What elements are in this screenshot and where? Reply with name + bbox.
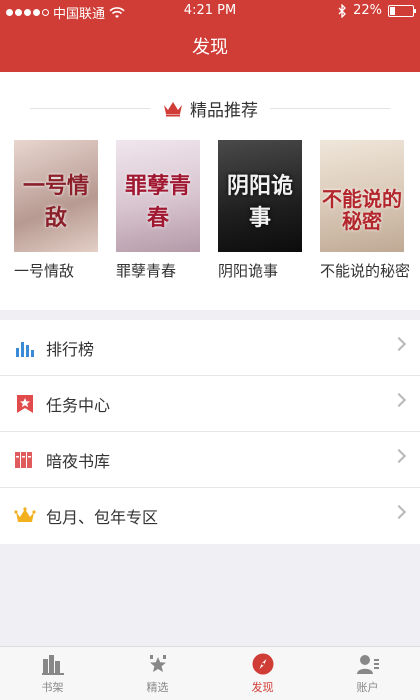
section-header: 精品推荐 (0, 96, 420, 121)
divider-left (30, 108, 150, 109)
chevron-right-icon (391, 504, 407, 520)
chevron-right-icon (391, 448, 407, 464)
tab-label: 书架 (41, 681, 64, 694)
book-item[interactable]: 罪孽青春 罪孽青春 (116, 140, 204, 282)
menu-item-library[interactable]: 暗夜书库 (0, 432, 420, 488)
menu-item-subscription[interactable]: 包月、包年专区 (0, 488, 420, 544)
book-cover[interactable]: 罪孽青春 (116, 140, 200, 252)
book-item[interactable]: 阴阳诡事 阴阳诡事 (218, 140, 306, 282)
tab-label: 账户 (356, 681, 379, 694)
cover-title: 一号情敌 (22, 173, 89, 231)
menu-label: 排行榜 (46, 339, 95, 359)
book-cover[interactable]: 阴阳诡事 (218, 140, 302, 252)
battery-fill (390, 6, 395, 15)
book-title[interactable]: 阴阳诡事 (218, 260, 306, 282)
bluetooth-icon (338, 3, 347, 18)
compass-icon (251, 652, 275, 676)
chevron-right-icon (391, 392, 407, 408)
book-title[interactable]: 罪孽青春 (116, 260, 204, 282)
book-cover[interactable]: 一号情敌 (14, 140, 98, 252)
page-title: 发现 (0, 24, 420, 72)
tab-account[interactable]: 账户 (315, 647, 420, 700)
battery-icon (388, 4, 416, 17)
book-cover[interactable]: 不能说的秘密 (320, 140, 404, 252)
bookshelf-icon (41, 652, 65, 676)
chevron-right-icon (391, 336, 407, 352)
tab-bookshelf[interactable]: 书架 (0, 647, 105, 700)
menu-label: 任务中心 (46, 395, 111, 415)
book-list: 一号情敌 一号情敌 罪孽青春 罪孽青春 阴阳诡事 阴阳诡事 不能说的秘密 不能说… (14, 140, 414, 300)
section-title: 精品推荐 (190, 100, 258, 121)
recommend-section: 精品推荐 一号情敌 一号情敌 罪孽青春 罪孽青春 阴阳诡事 阴阳诡事 不能说的秘… (0, 72, 420, 310)
discover-menu: 排行榜 任务中心 暗夜书库 包月、包年专区 (0, 320, 420, 544)
menu-item-tasks[interactable]: 任务中心 (0, 376, 420, 432)
bookmark-star-icon (14, 393, 36, 415)
star-badge-icon (146, 652, 170, 676)
book-title[interactable]: 不能说的秘密 (320, 260, 412, 282)
cover-title: 不能说的秘密 (322, 187, 402, 233)
book-item[interactable]: 不能说的秘密 不能说的秘密 (320, 140, 410, 282)
battery-percent: 22% (353, 3, 382, 18)
crown-icon (14, 505, 36, 527)
status-bar: 中国联通 4:21 PM 22% (0, 0, 420, 24)
divider-right (270, 108, 390, 109)
books-icon (14, 449, 36, 471)
tab-featured[interactable]: 精选 (105, 647, 210, 700)
menu-item-ranking[interactable]: 排行榜 (0, 320, 420, 376)
crown-icon (164, 102, 182, 117)
menu-label: 暗夜书库 (46, 451, 111, 471)
tab-bar: 书架 精选 发现 账户 (0, 646, 420, 700)
tab-discover[interactable]: 发现 (210, 647, 315, 700)
tab-label: 精选 (146, 681, 169, 694)
book-item[interactable]: 一号情敌 一号情敌 (14, 140, 102, 282)
tab-label: 发现 (251, 681, 274, 694)
user-icon (356, 652, 380, 676)
status-right: 22% (338, 3, 416, 18)
cover-title: 阴阳诡事 (226, 173, 293, 231)
menu-label: 包月、包年专区 (46, 508, 159, 527)
book-title[interactable]: 一号情敌 (14, 260, 102, 282)
cover-title: 罪孽青春 (124, 173, 191, 231)
bar-chart-icon (14, 337, 36, 359)
